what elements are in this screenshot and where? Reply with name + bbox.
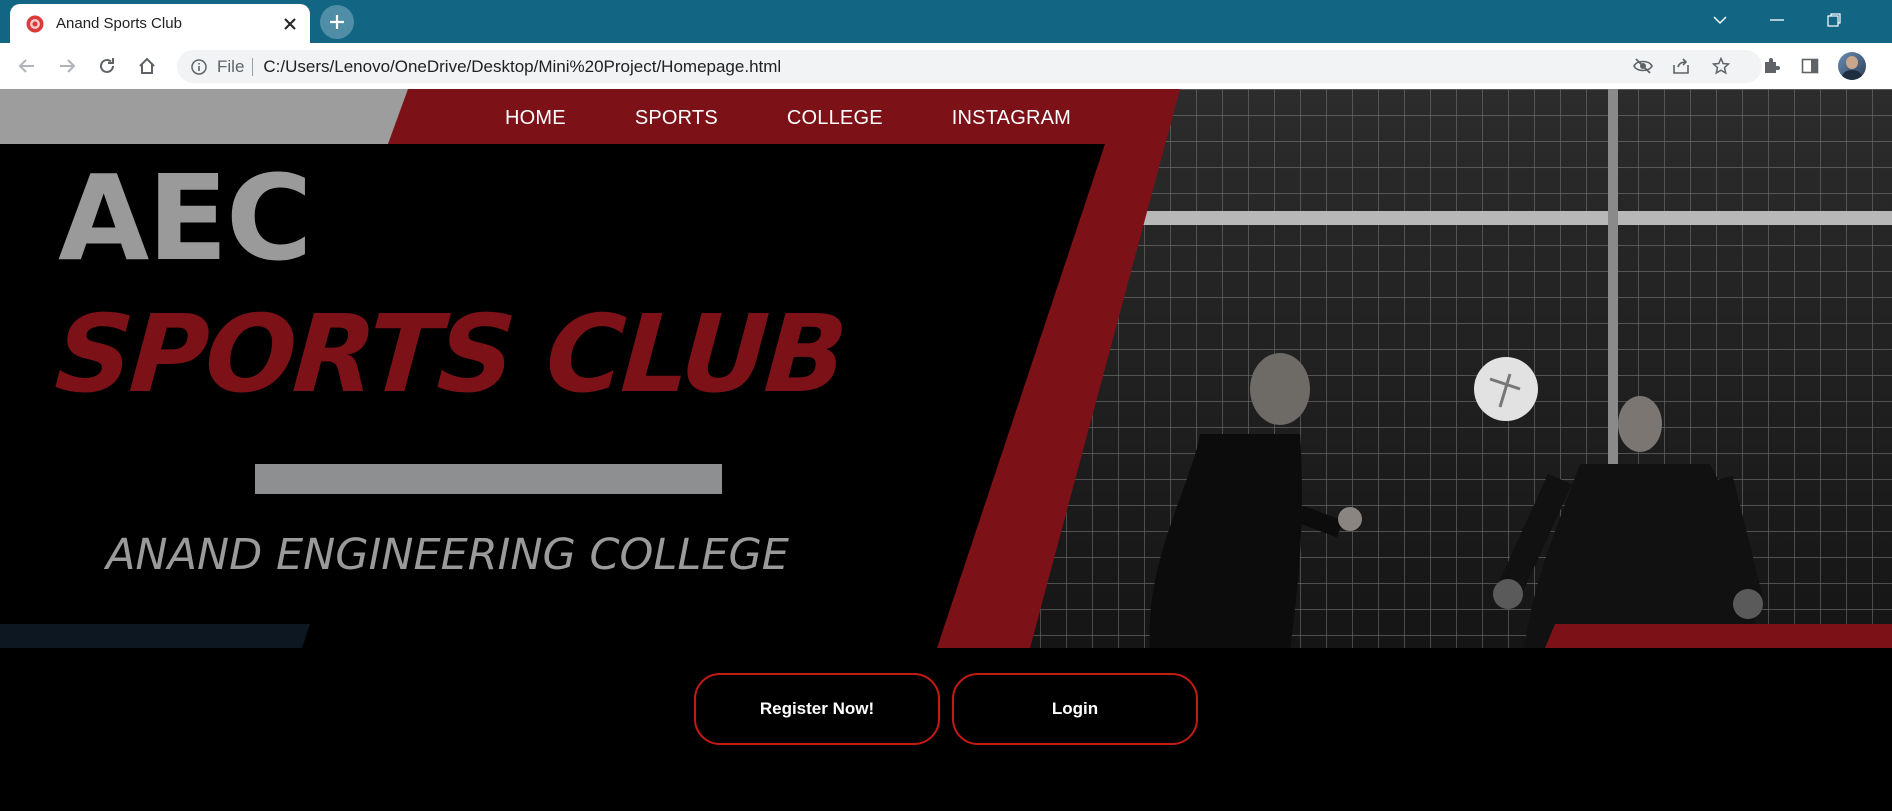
nav-instagram[interactable]: INSTAGRAM [952, 107, 1071, 130]
close-icon[interactable] [276, 10, 304, 38]
home-icon[interactable] [133, 52, 161, 80]
action-buttons: Register Now! Login [694, 673, 1198, 745]
hero-title-aec: AEC [58, 149, 313, 287]
chevron-down-icon[interactable] [1692, 0, 1748, 40]
plus-icon[interactable] [320, 5, 354, 39]
favicon-icon [26, 15, 44, 33]
tab-strip: Anand Sports Club [0, 0, 1892, 43]
nav-sports[interactable]: SPORTS [635, 107, 718, 130]
back-icon[interactable] [13, 52, 41, 80]
login-button[interactable]: Login [952, 673, 1198, 745]
reload-icon[interactable] [93, 52, 121, 80]
file-label: File [217, 56, 245, 76]
address-bar[interactable]: File C:/Users/Lenovo/OneDrive/Desktop/Mi… [177, 50, 1762, 83]
main-nav: HOME SPORTS COLLEGE INSTAGRAM [505, 107, 1140, 130]
share-icon[interactable] [1668, 53, 1694, 79]
eye-off-icon[interactable] [1630, 53, 1656, 79]
star-icon[interactable] [1708, 53, 1734, 79]
hero-subtitle: ANAND ENGINEERING COLLEGE [106, 530, 789, 580]
tab-title: Anand Sports Club [56, 15, 182, 32]
browser-tab[interactable]: Anand Sports Club [10, 4, 310, 43]
register-button[interactable]: Register Now! [694, 673, 940, 745]
restore-icon[interactable] [1806, 0, 1862, 40]
nav-home[interactable]: HOME [505, 107, 566, 130]
nav-college[interactable]: COLLEGE [787, 107, 883, 130]
browser-toolbar: File C:/Users/Lenovo/OneDrive/Desktop/Mi… [0, 43, 1892, 90]
page-viewport: HOME SPORTS COLLEGE INSTAGRAM AEC SPORTS… [0, 89, 1892, 811]
hero-title-sports-club: SPORTS CLUB [51, 293, 849, 417]
url-text[interactable]: C:/Users/Lenovo/OneDrive/Desktop/Mini%20… [263, 57, 781, 77]
divider [252, 57, 254, 76]
hero-divider-bar [255, 464, 722, 494]
avatar[interactable] [1838, 52, 1866, 80]
hero-banner: HOME SPORTS COLLEGE INSTAGRAM AEC SPORTS… [0, 89, 1892, 648]
puzzle-icon[interactable] [1758, 53, 1784, 79]
sidepanel-icon[interactable] [1797, 53, 1823, 79]
info-icon[interactable] [191, 58, 207, 75]
forward-icon[interactable] [53, 52, 81, 80]
minimize-icon[interactable] [1749, 0, 1805, 40]
